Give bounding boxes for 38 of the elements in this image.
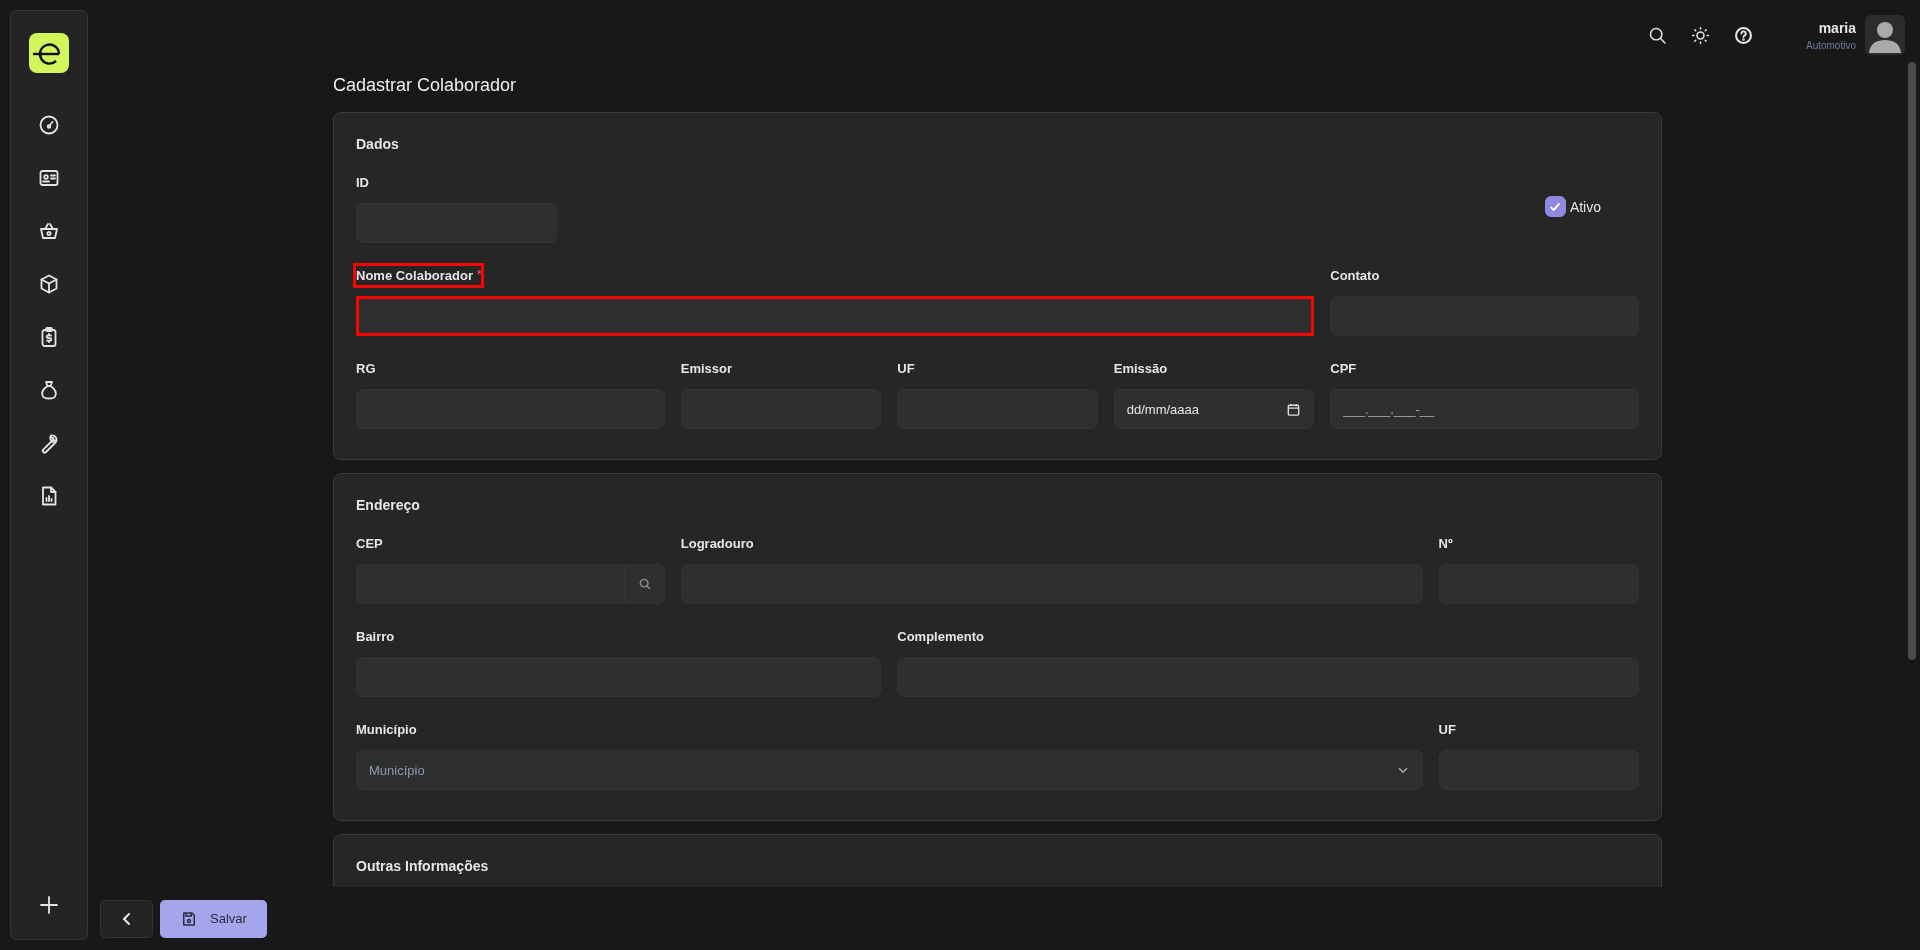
section-title: Outras Informações <box>356 858 490 874</box>
scrollbar[interactable] <box>1908 62 1916 660</box>
active-checkbox[interactable]: Ativo <box>1544 196 1601 217</box>
search-icon <box>637 577 652 591</box>
date-field[interactable]: dd/mm/aaaa <box>1113 389 1315 429</box>
field-label: Emissor <box>680 361 733 376</box>
calendar-icon[interactable] <box>1286 401 1302 417</box>
field-label: Logradouro <box>680 536 754 551</box>
input-field[interactable]: ___.___.___-__ <box>1330 389 1639 429</box>
avatar[interactable] <box>1865 15 1905 55</box>
logo-icon[interactable] <box>29 33 69 73</box>
field-label: Contato <box>1330 268 1380 283</box>
field-label: RG <box>356 361 376 376</box>
required-mark: * <box>477 268 482 280</box>
gauge-icon[interactable] <box>37 113 61 137</box>
section-title: Endereço <box>356 497 421 513</box>
field-label: Nº <box>1438 536 1453 551</box>
input-field[interactable] <box>356 564 665 604</box>
sun-icon[interactable] <box>1689 24 1711 46</box>
select-field[interactable]: Município <box>356 750 1423 790</box>
field-label: Bairro <box>356 629 395 644</box>
field-label: UF <box>1438 722 1456 737</box>
field-label: Nome Colaborador <box>356 268 473 283</box>
company-name: Automotivo <box>1805 39 1856 51</box>
field-label: Complemento <box>897 629 984 644</box>
input-field[interactable] <box>356 296 1315 336</box>
user-name: maria <box>1818 19 1856 36</box>
field-label: CEP <box>356 536 383 551</box>
section-title: Dados <box>356 136 400 152</box>
field-label: Município <box>356 722 417 737</box>
field-label: UF <box>897 361 915 376</box>
help-icon[interactable] <box>1732 24 1754 46</box>
field-label: CPF <box>1330 361 1357 376</box>
save-button[interactable]: Salvar <box>160 899 267 938</box>
page-title: Cadastrar Colaborador <box>333 75 518 96</box>
field-label: Emissão <box>1113 361 1168 376</box>
plus-icon[interactable] <box>37 893 61 917</box>
field-label: ID <box>356 175 369 190</box>
